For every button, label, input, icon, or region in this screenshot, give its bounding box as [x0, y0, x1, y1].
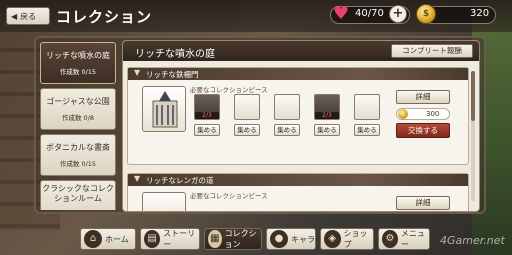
- page-title: コレクション: [56, 8, 153, 26]
- shield-icon: ◈: [324, 230, 341, 248]
- collection-icon: ▦: [208, 230, 222, 248]
- scrollbar[interactable]: [471, 71, 475, 201]
- card-title: リッチな鉄柵門: [146, 70, 199, 79]
- gate-icon: [152, 91, 178, 128]
- panel-header: リッチな噴水の庭 コンプリート報酬: [123, 41, 479, 61]
- character-icon: ●: [270, 230, 288, 248]
- category-tabs: リッチな噴水の庭 作成数 0/15 ゴージャスな公園 作成数 0/8 ボタニカル…: [40, 42, 116, 210]
- complete-reward-button[interactable]: コンプリート報酬: [391, 44, 473, 58]
- card-header[interactable]: ▼ リッチな鉄柵門: [128, 68, 468, 80]
- tab-botanical-study[interactable]: ボタニカルな書斎 作成数 0/15: [40, 134, 116, 176]
- card-header[interactable]: ▼ リッチなレンガの道: [128, 174, 468, 186]
- nav-collection[interactable]: ▦ コレクション: [204, 228, 262, 250]
- piece-count: 2/3: [195, 112, 219, 119]
- collect-button[interactable]: 集める: [314, 124, 340, 136]
- tab-classic-collection-room[interactable]: クラシックなコレクションルーム: [40, 180, 116, 210]
- coin-icon: [398, 109, 408, 119]
- nav-chara-label: キャラ: [291, 234, 315, 244]
- back-arrow-icon: ◀: [11, 11, 18, 21]
- card-title: リッチなレンガの道: [146, 176, 214, 185]
- nav-home-label: ホーム: [105, 234, 129, 244]
- heart-icon: ♥: [332, 3, 350, 24]
- reward-item-gate[interactable]: [142, 86, 186, 132]
- piece-slot[interactable]: 2/3: [314, 94, 340, 120]
- add-stamina-button[interactable]: +: [389, 5, 407, 23]
- collect-button[interactable]: 集める: [194, 124, 220, 136]
- coin-value: 320: [470, 8, 490, 19]
- top-bar: ◀ 戻る コレクション ♥ 40/70 + $ 320: [0, 0, 512, 32]
- bottom-nav: ⌂ ホーム ▤ ストーリー ▦ コレクション ● キャラ ◈ ショップ ⚙ メニ…: [80, 228, 430, 252]
- required-pieces-label: 必要なコレクションピース: [190, 86, 268, 94]
- collection-panel: リッチな噴水の庭 コンプリート報酬 ▼ リッチな鉄柵門 必要なコレクションピース…: [122, 40, 480, 212]
- detail-button[interactable]: 詳細: [396, 196, 450, 210]
- nav-chara[interactable]: ● キャラ: [266, 228, 316, 250]
- stamina-value: 40/70: [355, 8, 384, 19]
- tab-rich-fountain-garden[interactable]: リッチな噴水の庭 作成数 0/15: [40, 42, 116, 84]
- gear-icon: ⚙: [382, 230, 398, 248]
- nav-collection-label: コレクション: [224, 229, 257, 249]
- tab-count: 作成数 0/15: [59, 160, 97, 168]
- nav-shop-label: ショップ: [343, 229, 368, 249]
- nav-menu-label: メニュー: [400, 229, 425, 249]
- collect-button[interactable]: 集める: [274, 124, 300, 136]
- collection-card: ▼ リッチな鉄柵門 必要なコレクションピース 2/3 集める 集める 集める 2…: [127, 67, 469, 165]
- tab-name: ボタニカルな書斎: [46, 143, 110, 152]
- nav-story[interactable]: ▤ ストーリー: [140, 228, 200, 250]
- piece-slot[interactable]: [274, 94, 300, 120]
- collection-card: ▼ リッチなレンガの道 必要なコレクションピース 詳細: [127, 173, 469, 211]
- coin-icon: $: [416, 4, 436, 24]
- collect-button[interactable]: 集める: [234, 124, 260, 136]
- house-icon: ⌂: [84, 230, 102, 248]
- panel-title: リッチな噴水の庭: [135, 49, 215, 60]
- chevron-down-icon: ▼: [134, 68, 141, 77]
- piece-slot[interactable]: 2/3: [194, 94, 220, 120]
- tab-count: 作成数 0/8: [61, 114, 95, 122]
- tab-name: ゴージャスな公園: [46, 97, 110, 106]
- scrollbar-thumb[interactable]: [471, 71, 475, 121]
- nav-story-label: ストーリー: [163, 229, 196, 249]
- back-button-label: 戻る: [20, 11, 37, 21]
- nav-home[interactable]: ⌂ ホーム: [80, 228, 136, 250]
- exchange-button[interactable]: 交換する: [396, 123, 450, 138]
- piece-slot[interactable]: [234, 94, 260, 120]
- tab-name: リッチな噴水の庭: [46, 51, 110, 60]
- detail-button[interactable]: 詳細: [396, 90, 450, 104]
- piece-slot[interactable]: [354, 94, 380, 120]
- back-button[interactable]: ◀ 戻る: [6, 7, 50, 25]
- cost-value: 300: [426, 110, 440, 118]
- reward-item-brick-path[interactable]: [142, 192, 186, 211]
- tab-name: クラシックなコレクションルーム: [42, 184, 114, 203]
- nav-shop[interactable]: ◈ ショップ: [320, 228, 374, 250]
- chevron-down-icon: ▼: [134, 174, 141, 183]
- required-pieces-label: 必要なコレクションピース: [190, 192, 268, 200]
- tab-gorgeous-park[interactable]: ゴージャスな公園 作成数 0/8: [40, 88, 116, 130]
- nav-menu[interactable]: ⚙ メニュー: [378, 228, 430, 250]
- watermark: 4Gamer.net: [440, 234, 505, 247]
- piece-count: 2/3: [315, 112, 339, 119]
- collect-button[interactable]: 集める: [354, 124, 380, 136]
- tab-count: 作成数 0/15: [59, 68, 97, 76]
- book-icon: ▤: [144, 230, 161, 248]
